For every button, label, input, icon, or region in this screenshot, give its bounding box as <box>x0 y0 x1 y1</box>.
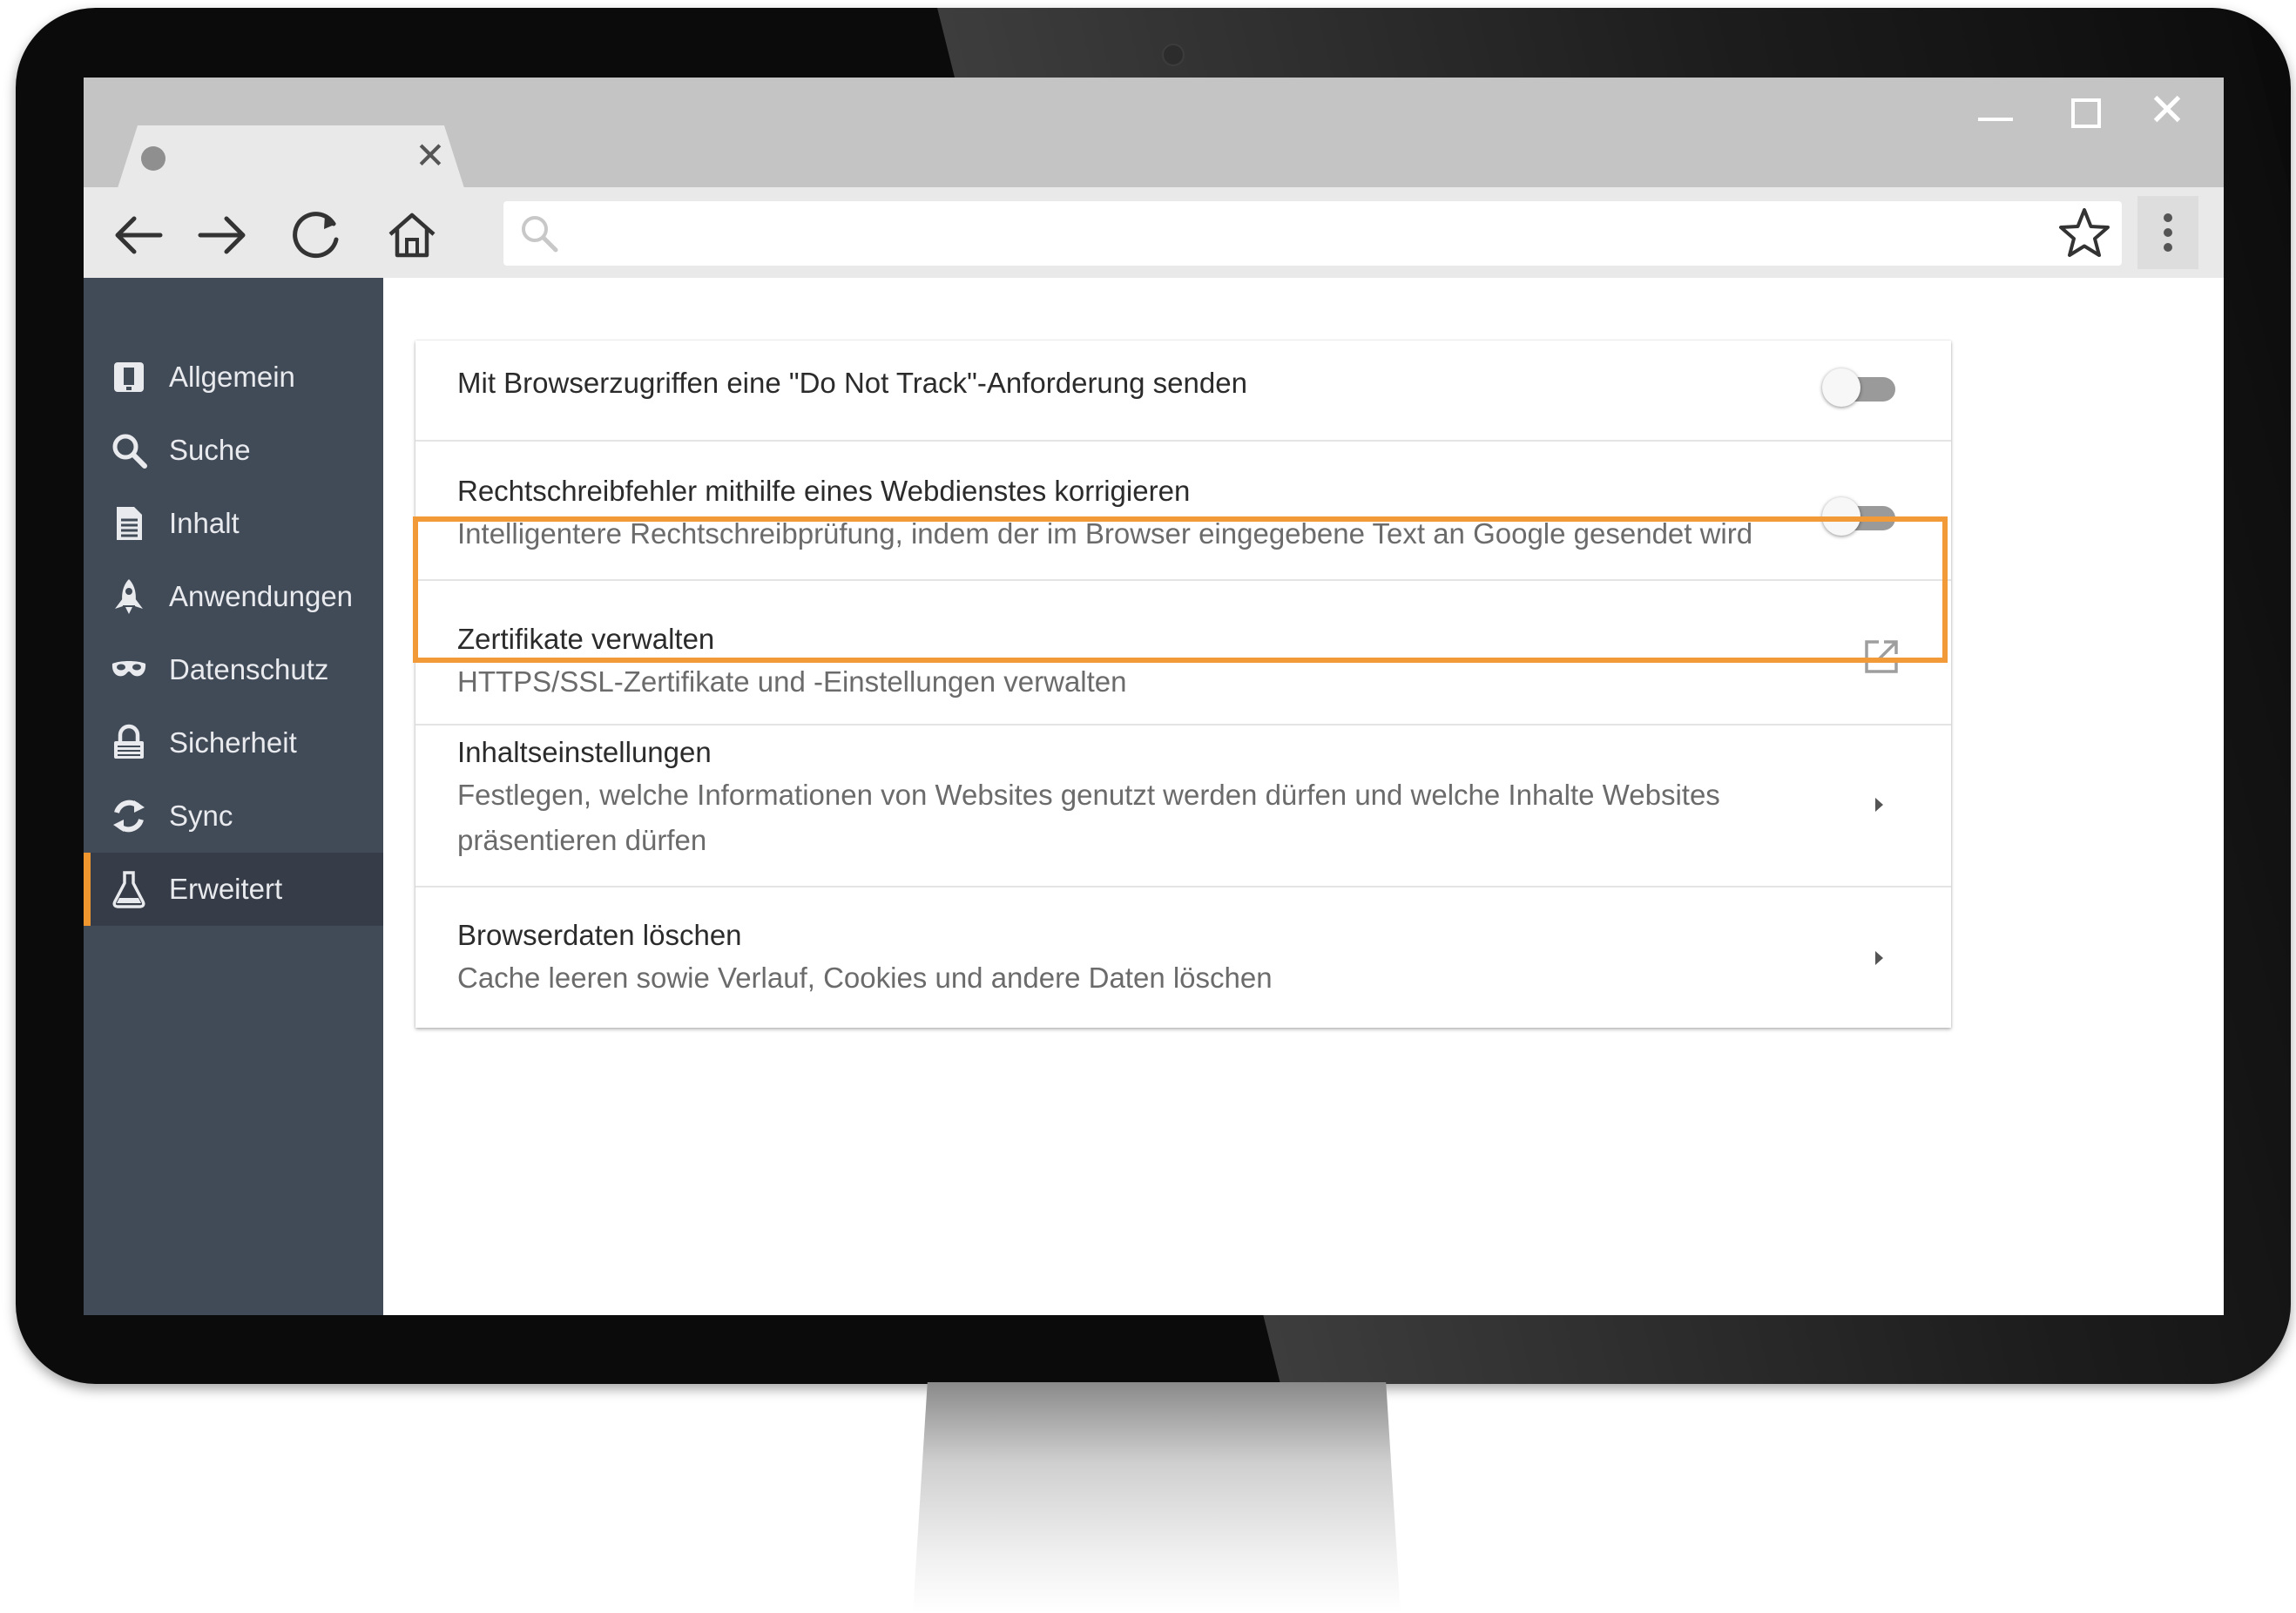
reload-icon[interactable] <box>286 205 347 266</box>
sidebar-item-inhalt[interactable]: Inhalt <box>84 487 383 560</box>
chevron-right-icon[interactable] <box>1866 945 1892 971</box>
window-close-icon[interactable]: ✕ <box>2141 84 2193 137</box>
settings-content: Mit Browserzugriffen eine "Do Not Track"… <box>383 278 2224 1315</box>
settings-sidebar: Allgemein Suche Inhalt Anwendungen Daten… <box>84 278 383 1315</box>
lock-icon <box>110 724 148 762</box>
sidebar-item-label: Suche <box>169 434 251 466</box>
document-icon <box>110 504 148 543</box>
spellcheck-toggle[interactable] <box>1822 496 1901 539</box>
setting-title: Mit Browserzugriffen eine "Do Not Track"… <box>457 367 1247 399</box>
search-icon <box>517 212 561 255</box>
minimize-icon[interactable] <box>1969 84 2022 137</box>
setting-subtitle: Festlegen, welche Informationen von Webs… <box>457 779 1720 856</box>
sidebar-item-label: Erweitert <box>169 873 283 905</box>
sidebar-item-sync[interactable]: Sync <box>84 780 383 853</box>
setting-title: Rechtschreibfehler mithilfe eines Webdie… <box>457 475 1191 507</box>
webcam <box>1162 44 1185 66</box>
browser-window: ✕ ✕ Allgemein Suche Inhalt Anwendungen D… <box>84 78 2224 1315</box>
general-icon <box>110 358 148 396</box>
setting-row-manage-certificates[interactable]: Zertifikate verwalten HTTPS/SSL-Zertifik… <box>415 581 1951 726</box>
setting-subtitle: HTTPS/SSL-Zertifikate und -Einstellungen… <box>457 665 1127 698</box>
sidebar-item-datenschutz[interactable]: Datenschutz <box>84 633 383 706</box>
sidebar-item-label: Allgemein <box>169 361 295 393</box>
monitor-stand <box>913 1382 1401 1613</box>
sidebar-item-suche[interactable]: Suche <box>84 414 383 487</box>
setting-subtitle: Intelligentere Rechtschreibprüfung, inde… <box>457 517 1753 550</box>
sidebar-item-anwendungen[interactable]: Anwendungen <box>84 560 383 633</box>
sidebar-item-label: Sicherheit <box>169 726 297 759</box>
mask-icon <box>110 651 148 689</box>
toolbar <box>84 187 2224 278</box>
flask-icon <box>110 870 148 908</box>
bookmark-star-icon[interactable] <box>2056 205 2113 262</box>
do-not-track-toggle[interactable] <box>1822 367 1901 410</box>
sidebar-item-label: Datenschutz <box>169 653 329 685</box>
setting-subtitle: Cache leeren sowie Verlauf, Cookies und … <box>457 962 1273 994</box>
forward-arrow-icon[interactable] <box>192 205 253 266</box>
setting-title: Browserdaten löschen <box>457 919 742 951</box>
sidebar-item-label: Anwendungen <box>169 580 354 612</box>
sidebar-item-erweitert[interactable]: Erweitert <box>84 853 383 926</box>
setting-row-spellcheck: Rechtschreibfehler mithilfe eines Webdie… <box>415 442 1951 581</box>
sidebar-item-sicherheit[interactable]: Sicherheit <box>84 706 383 780</box>
setting-title: Zertifikate verwalten <box>457 623 715 655</box>
sidebar-item-label: Inhalt <box>169 507 240 539</box>
setting-row-do-not-track: Mit Browserzugriffen eine "Do Not Track"… <box>415 341 1951 442</box>
external-link-icon[interactable] <box>1861 637 1901 677</box>
title-bar: ✕ ✕ <box>84 78 2224 191</box>
address-input[interactable] <box>573 201 2040 267</box>
rocket-icon <box>110 577 148 616</box>
setting-row-content-settings[interactable]: Inhaltseinstellungen Festlegen, welche I… <box>415 726 1951 887</box>
setting-title: Inhaltseinstellungen <box>457 736 712 768</box>
settings-card: Mit Browserzugriffen eine "Do Not Track"… <box>415 341 1951 1028</box>
tab-favicon-icon <box>141 146 165 171</box>
chevron-right-icon[interactable] <box>1866 792 1892 818</box>
sidebar-item-label: Sync <box>169 800 233 832</box>
back-arrow-icon[interactable] <box>108 205 169 266</box>
search-icon <box>110 431 148 469</box>
maximize-icon[interactable] <box>2059 84 2111 137</box>
tab-close-icon[interactable]: ✕ <box>411 137 449 175</box>
address-bar[interactable] <box>503 201 2122 267</box>
setting-row-clear-browsing-data[interactable]: Browserdaten löschen Cache leeren sowie … <box>415 887 1951 1028</box>
home-icon[interactable] <box>382 205 442 266</box>
kebab-menu-icon[interactable] <box>2137 196 2198 269</box>
sidebar-item-allgemein[interactable]: Allgemein <box>84 341 383 414</box>
sync-icon <box>110 797 148 835</box>
